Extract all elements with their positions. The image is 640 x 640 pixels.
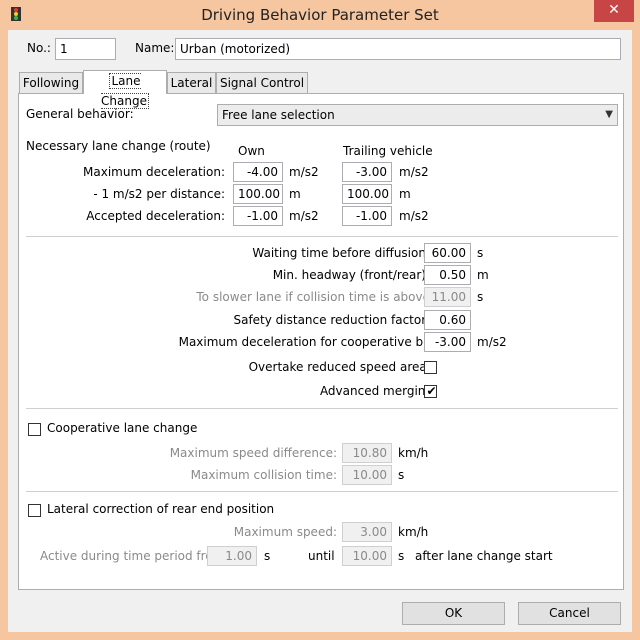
tab-label: Following xyxy=(22,76,80,90)
dialog-window: Driving Behavior Parameter Set ✕ No.: 1 … xyxy=(0,0,640,640)
unit-label: m/s2 xyxy=(289,209,319,223)
accepted-decel-label: Accepted deceleration: xyxy=(86,209,225,223)
per-distance-trailing-input[interactable]: 100.00 xyxy=(342,184,392,204)
period-until-label: until xyxy=(308,549,335,563)
tab-label: Signal Control xyxy=(219,76,305,90)
tab-label: Lane Change xyxy=(101,73,149,109)
speed-diff-input[interactable]: 10.80 xyxy=(342,443,392,463)
safety-factor-label: Safety distance reduction factor: xyxy=(233,313,430,327)
ok-button[interactable]: OK xyxy=(402,602,505,625)
lateral-correction-label: Lateral correction of rear end position xyxy=(47,502,275,516)
tab-label: Lateral xyxy=(170,76,213,90)
col-trailing-header: Trailing vehicle xyxy=(343,144,433,158)
unit-label: m/s2 xyxy=(399,209,429,223)
min-headway-input[interactable]: 0.50 xyxy=(424,265,471,285)
unit-label: km/h xyxy=(398,525,429,539)
window-title: Driving Behavior Parameter Set xyxy=(201,6,439,24)
chevron-down-icon: ▼ xyxy=(605,109,613,120)
unit-label: m/s2 xyxy=(477,335,507,349)
col-own-header: Own xyxy=(238,144,265,158)
unit-label: s xyxy=(477,290,484,304)
name-label: Name: xyxy=(135,41,175,55)
coop-braking-input[interactable]: -3.00 xyxy=(424,332,471,352)
slower-lane-input[interactable]: 11.00 xyxy=(424,287,471,307)
max-speed-input[interactable]: 3.00 xyxy=(342,522,392,542)
lane-change-panel: General behavior: Free lane selection ▼ … xyxy=(18,93,624,590)
slower-lane-label: To slower lane if collision time is abov… xyxy=(196,290,430,304)
overtake-checkbox[interactable] xyxy=(424,361,437,374)
collision-time-input[interactable]: 10.00 xyxy=(342,465,392,485)
unit-label: m/s2 xyxy=(399,165,429,179)
waiting-time-input[interactable]: 60.00 xyxy=(424,243,471,263)
period-from-label: Active during time period from xyxy=(40,549,225,563)
name-input[interactable]: Urban (motorized) xyxy=(175,38,621,60)
no-label: No.: xyxy=(27,41,51,55)
unit-label: s xyxy=(477,246,484,260)
speed-diff-label: Maximum speed difference: xyxy=(169,446,337,460)
necessary-title: Necessary lane change (route) xyxy=(26,139,211,153)
close-button[interactable]: ✕ xyxy=(594,0,634,22)
max-decel-own-input[interactable]: -4.00 xyxy=(233,162,283,182)
overtake-label: Overtake reduced speed areas xyxy=(248,360,433,374)
check-icon: ✔ xyxy=(426,384,437,398)
lateral-correction-checkbox[interactable] xyxy=(28,504,41,517)
tab-lateral[interactable]: Lateral xyxy=(167,72,216,93)
divider xyxy=(26,236,618,237)
tab-lane-change[interactable]: Lane Change xyxy=(83,70,167,109)
unit-label: m xyxy=(289,187,301,201)
cooperative-label: Cooperative lane change xyxy=(47,421,198,435)
divider xyxy=(26,491,618,492)
max-speed-label: Maximum speed: xyxy=(233,525,337,539)
max-decel-label: Maximum deceleration: xyxy=(83,165,225,179)
collision-time-label: Maximum collision time: xyxy=(190,468,337,482)
waiting-time-label: Waiting time before diffusion: xyxy=(252,246,430,260)
title-bar[interactable]: Driving Behavior Parameter Set ✕ xyxy=(0,0,640,30)
period-from-input[interactable]: 1.00 xyxy=(207,546,257,566)
unit-label: km/h xyxy=(398,446,429,460)
divider xyxy=(26,408,618,409)
general-behavior-select[interactable]: Free lane selection ▼ xyxy=(217,104,618,126)
coop-braking-label: Maximum deceleration for cooperative bra… xyxy=(178,335,465,349)
no-input[interactable]: 1 xyxy=(55,38,116,60)
cancel-button[interactable]: Cancel xyxy=(518,602,621,625)
per-distance-own-input[interactable]: 100.00 xyxy=(233,184,283,204)
safety-factor-input[interactable]: 0.60 xyxy=(424,310,471,330)
advanced-merging-label: Advanced merging xyxy=(319,384,433,398)
tab-following[interactable]: Following xyxy=(19,72,83,93)
general-behavior-value: Free lane selection xyxy=(222,108,335,122)
unit-label: m xyxy=(399,187,411,201)
min-headway-label: Min. headway (front/rear): xyxy=(272,268,430,282)
period-until-input[interactable]: 10.00 xyxy=(342,546,392,566)
advanced-merging-checkbox[interactable]: ✔ xyxy=(424,384,437,398)
unit-label: m/s2 xyxy=(289,165,319,179)
unit-label: m xyxy=(477,268,489,282)
dialog-client: No.: 1 Name: Urban (motorized) Following… xyxy=(8,30,632,632)
unit-label: s xyxy=(398,468,405,482)
cooperative-checkbox[interactable] xyxy=(28,423,41,436)
unit-label: s xyxy=(398,549,405,563)
close-icon: ✕ xyxy=(608,2,620,18)
per-distance-label: - 1 m/s2 per distance: xyxy=(93,187,225,201)
max-decel-trailing-input[interactable]: -3.00 xyxy=(342,162,392,182)
accepted-decel-trailing-input[interactable]: -1.00 xyxy=(342,206,392,226)
unit-label: s xyxy=(264,549,271,563)
after-start-label: after lane change start xyxy=(415,549,553,563)
tab-signal-control[interactable]: Signal Control xyxy=(216,72,308,93)
accepted-decel-own-input[interactable]: -1.00 xyxy=(233,206,283,226)
